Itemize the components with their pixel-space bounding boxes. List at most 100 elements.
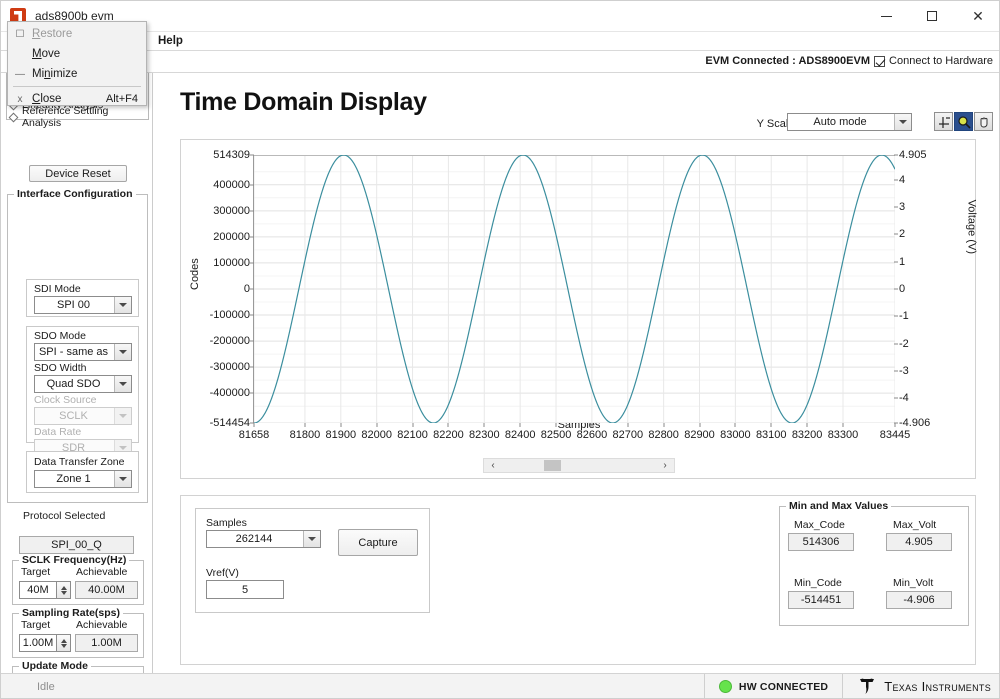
system-menu-restore-label: Restore <box>32 28 73 40</box>
x-axis-tick-label: 83300 <box>827 429 859 441</box>
system-menu-restore[interactable]: ☐ Restore <box>8 24 146 44</box>
x-axis-tick-mark <box>894 423 896 427</box>
vref-label: Vref(V) <box>206 567 239 579</box>
status-text: Idle <box>37 680 55 693</box>
y-axis-tick-label: 514309 <box>213 149 250 161</box>
x-axis-tick-mark <box>340 423 342 427</box>
x-axis-tick-mark <box>699 423 700 427</box>
sub-header: EVM Connected : ADS8900EVM Connect to Ha… <box>1 51 999 73</box>
sdo-width-value: Quad SDO <box>46 378 101 390</box>
x-axis-tick-mark <box>412 423 414 427</box>
x-axis-tick-mark <box>483 423 485 427</box>
x-axis-tick-label: 82800 <box>648 429 679 441</box>
left-sidebar: Spectral Analysis Histogram Analysis Lin… <box>1 73 153 698</box>
system-menu-close[interactable]: x Close Alt+F4 <box>8 89 146 109</box>
y2-axis-tick-label: -1 <box>899 310 909 323</box>
restore-icon: ☐ <box>15 28 25 40</box>
sdo-width-select[interactable]: Quad SDO <box>34 375 132 393</box>
system-menu-move[interactable]: Move <box>8 44 146 64</box>
max-code-value: 514306 <box>788 533 854 551</box>
data-transfer-zone-select[interactable]: Zone 1 <box>34 470 132 488</box>
sampling-rate-title: Sampling Rate(sps) <box>19 607 124 619</box>
min-code-label: Min_Code <box>794 577 842 589</box>
sdo-mode-select[interactable]: SPI - same as <box>34 343 132 361</box>
y-axis-tick-mark <box>250 366 254 368</box>
pan-hand-icon[interactable] <box>974 112 993 131</box>
y2-axis-tick-mark <box>894 206 898 208</box>
x-axis-tick-label: 83200 <box>791 429 823 441</box>
scrollbar-thumb[interactable] <box>544 460 561 471</box>
graph-tool-palette <box>934 112 993 131</box>
page-title: Time Domain Display <box>180 88 427 116</box>
x-axis-tick-label: 82000 <box>361 429 392 441</box>
sdo-width-label: SDO Width <box>34 362 87 374</box>
sidebar-item-reference-settling-analysis[interactable]: Reference Settling Analysis <box>7 105 148 129</box>
x-axis-tick-label: 82300 <box>468 429 500 441</box>
x-axis-tick-mark <box>842 423 844 427</box>
data-rate-label: Data Rate <box>34 426 82 438</box>
x-axis-tick-mark <box>734 423 736 427</box>
device-reset-button[interactable]: Device Reset <box>29 165 127 182</box>
x-axis-tick-mark <box>806 423 808 427</box>
checkbox-icon <box>874 55 886 67</box>
min-and-max-values-group: Min and Max Values Max_Code 514306 Max_V… <box>779 500 969 626</box>
capture-settings-card: Samples 262144 Vref(V) 5 Capture Min and… <box>180 495 976 665</box>
y2-axis-tick-mark <box>894 233 898 235</box>
sclk-target-input[interactable]: 40M <box>19 581 57 599</box>
zoom-magnifier-icon[interactable] <box>954 112 973 131</box>
y-scale-fit-select[interactable]: Auto mode <box>787 113 912 131</box>
min-volt-label: Min_Volt <box>893 577 934 589</box>
chevron-down-icon <box>894 114 911 130</box>
x-axis-tick-mark <box>627 423 629 427</box>
sclk-frequency-title: SCLK Frequency(Hz) <box>19 554 130 566</box>
close-x-icon: x <box>17 93 23 105</box>
plot-horizontal-scrollbar[interactable]: ‹ › <box>483 458 675 473</box>
plot-scroll-row: ‹ › <box>181 458 977 474</box>
system-menu-minimize[interactable]: — Minimize <box>8 64 146 84</box>
x-axis-tick-label: 83445 <box>879 429 911 441</box>
chevron-down-icon <box>114 408 131 424</box>
y-axis-tick-label: 400000 <box>213 178 250 191</box>
y2-axis-tick-label: 4.905 <box>899 149 927 161</box>
maximize-button[interactable] <box>909 1 955 32</box>
sdi-mode-select[interactable]: SPI 00 <box>34 296 132 314</box>
sampling-achievable-value: 1.00M <box>75 634 138 652</box>
x-axis-tick-mark <box>376 423 378 427</box>
clock-source-label: Clock Source <box>34 394 97 406</box>
chart-plot-area[interactable]: 514309 400000 300000 200000 100000 0 -100000 -2… <box>210 149 931 441</box>
capture-button[interactable]: Capture <box>338 529 418 556</box>
max-code-label: Max_Code <box>794 519 845 531</box>
scroll-left-arrow-icon[interactable]: ‹ <box>484 459 502 472</box>
y-axis-tick-mark <box>250 154 254 156</box>
menu-item-help[interactable]: Help <box>154 34 187 48</box>
connect-to-hardware-checkbox[interactable]: Connect to Hardware <box>874 55 993 67</box>
system-menu-separator <box>13 86 141 87</box>
close-button[interactable]: ✕ <box>955 1 999 32</box>
sampling-target-input[interactable]: 1.00M <box>19 634 57 652</box>
y-axis-tick-mark <box>250 392 254 394</box>
samples-select[interactable]: 262144 <box>206 530 321 548</box>
sampling-target-label: Target <box>21 619 51 631</box>
protocol-selected-label: Protocol Selected <box>23 510 106 522</box>
sampling-target-stepper[interactable] <box>57 634 71 652</box>
clock-source-value: SCLK <box>59 410 88 422</box>
minimize-button[interactable] <box>863 1 909 32</box>
hw-status-text: HW CONNECTED <box>738 680 829 693</box>
sclk-target-stepper[interactable] <box>57 581 71 599</box>
maximize-icon <box>927 11 937 21</box>
y2-axis-tick-label: -2 <box>899 337 909 350</box>
y2-axis-tick-mark <box>894 261 898 263</box>
x-axis-tick-label: 82900 <box>684 429 715 441</box>
data-transfer-zone-value: Zone 1 <box>56 473 91 485</box>
y2-axis-tick-mark <box>894 315 898 317</box>
min-code-value: -514451 <box>788 591 854 609</box>
sdi-mode-value: SPI 00 <box>56 299 91 311</box>
y2-axis-tick-mark <box>894 397 898 399</box>
scroll-right-arrow-icon[interactable]: › <box>656 459 674 472</box>
cursor-crosshair-icon[interactable] <box>934 112 953 131</box>
y2-axis-tick-label: -4 <box>899 392 909 405</box>
samples-value: 262144 <box>235 533 273 545</box>
main-content: Time Domain Display Y Scale fit Auto mod… <box>154 73 999 673</box>
vref-input[interactable]: 5 <box>206 580 284 599</box>
y2-axis-tick-mark <box>894 179 898 181</box>
